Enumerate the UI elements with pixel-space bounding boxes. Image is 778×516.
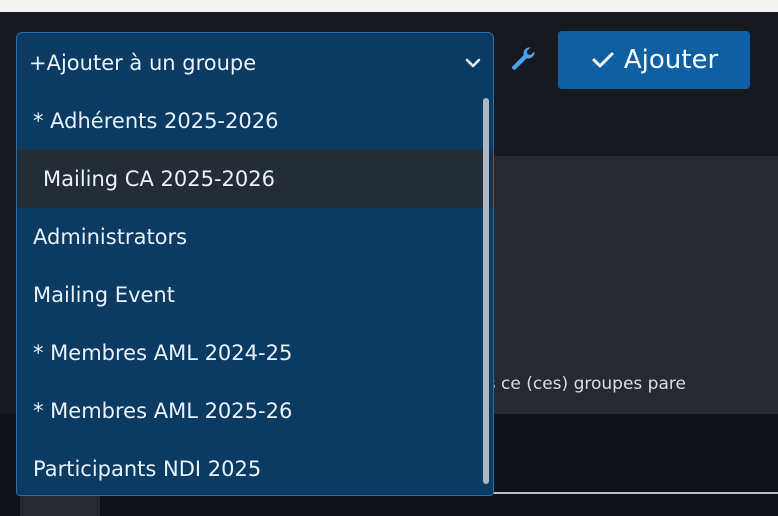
check-icon	[592, 52, 614, 68]
select-value: +Ajouter à un groupe	[29, 51, 256, 75]
option-participants-ndi-2025[interactable]: Participants NDI 2025	[17, 440, 493, 495]
option-administrators[interactable]: Administrators	[17, 208, 493, 266]
select-selected-label: Ajouter à un groupe	[46, 50, 257, 75]
add-button-label: Ajouter	[623, 45, 719, 75]
background-partial-text: ns ce (ces) groupes pare	[476, 374, 686, 394]
bottom-tab	[20, 494, 100, 516]
option-membres-aml-2025-26[interactable]: * Membres AML 2025-26	[17, 382, 493, 440]
option-mailing-ca-2025-2026[interactable]: Mailing CA 2025-2026	[17, 150, 493, 208]
option-membres-aml-2024-25[interactable]: * Membres AML 2024-25	[17, 324, 493, 382]
group-dropdown-list[interactable]: * Adhérents 2025-2026 Mailing CA 2025-20…	[16, 92, 494, 496]
chevron-down-icon[interactable]	[463, 53, 483, 73]
option-mailing-event[interactable]: Mailing Event	[17, 266, 493, 324]
option-adherents-2025-2026[interactable]: * Adhérents 2025-2026	[17, 92, 493, 150]
screen: ns ce (ces) groupes pare +Ajouter à un g…	[0, 0, 778, 516]
top-bar	[0, 0, 778, 12]
add-button[interactable]: Ajouter	[558, 31, 750, 89]
wrench-icon[interactable]	[508, 44, 538, 74]
plus-icon: +	[29, 50, 47, 75]
dropdown-scrollbar[interactable]	[483, 98, 489, 484]
add-to-group-select[interactable]: +Ajouter à un groupe	[16, 32, 494, 92]
